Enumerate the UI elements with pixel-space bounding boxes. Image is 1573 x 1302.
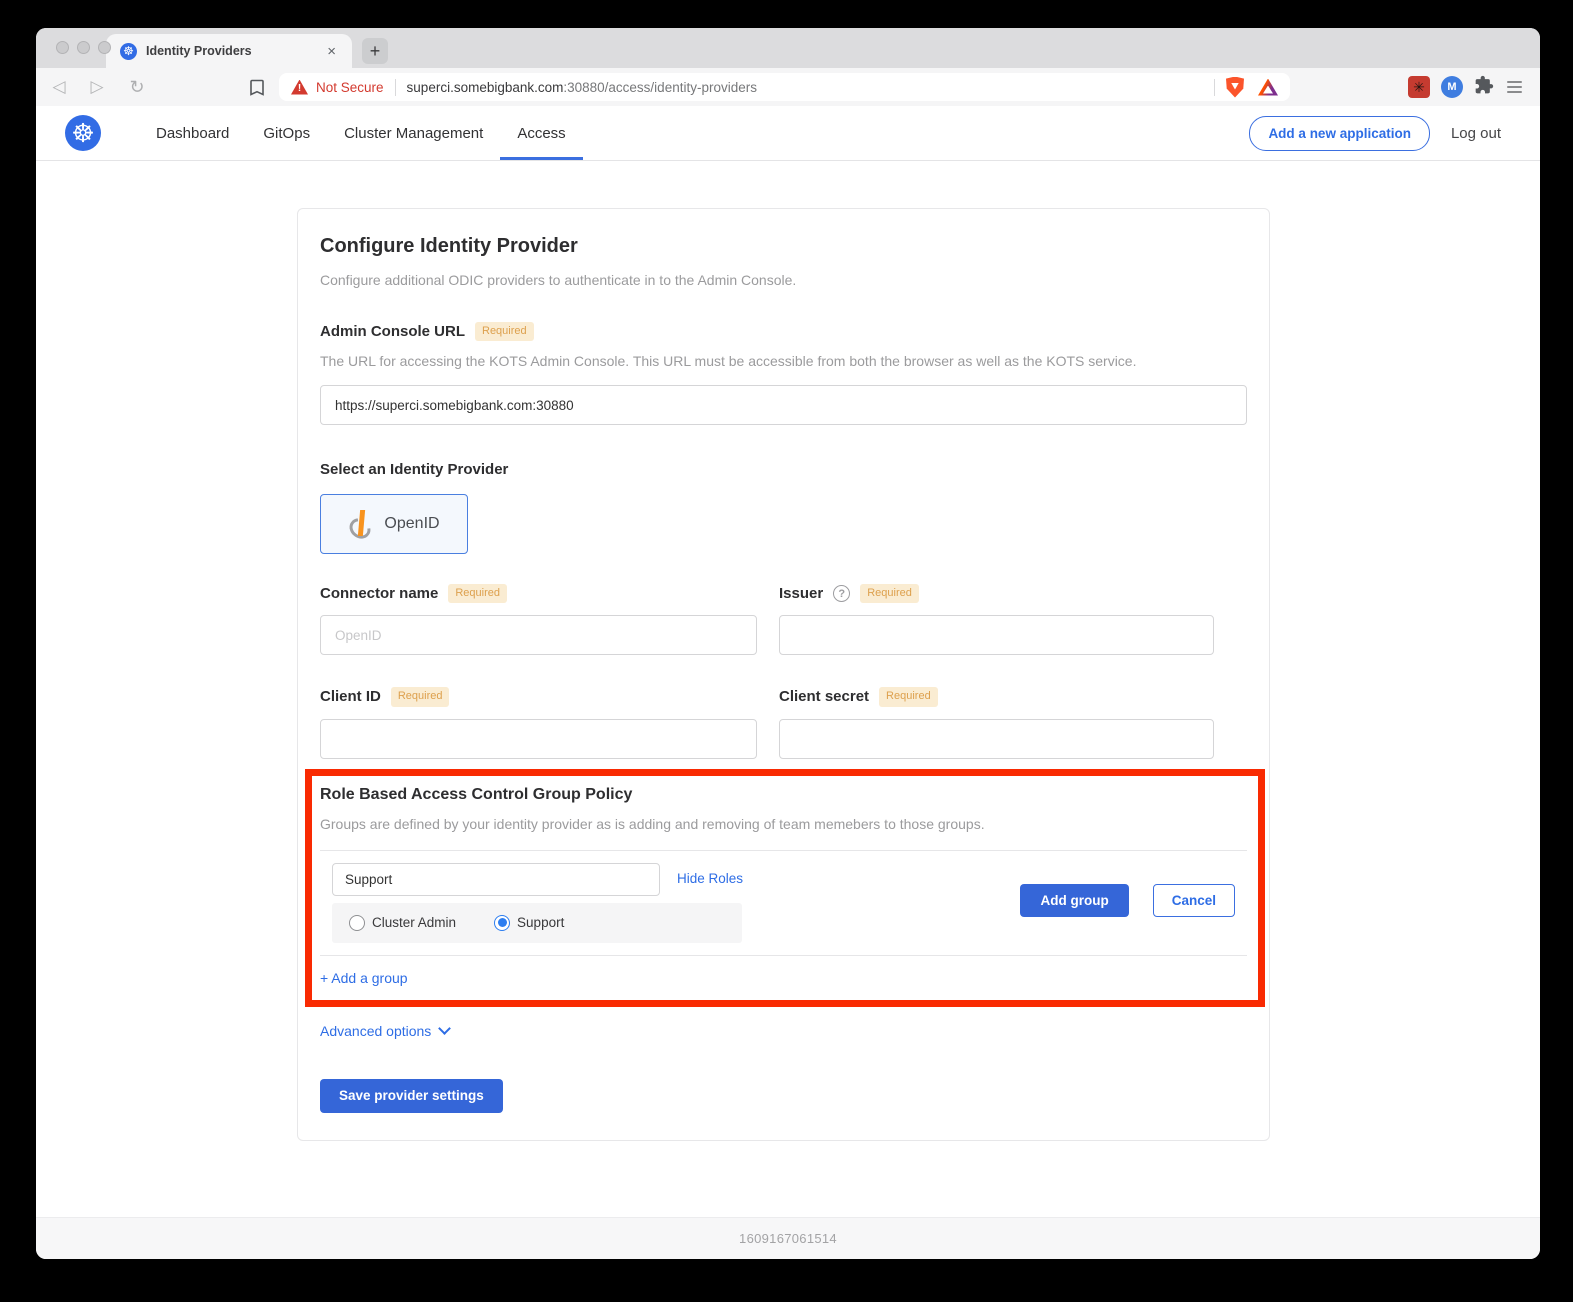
select-identity-provider-label: Select an Identity Provider [320,461,508,478]
reload-icon[interactable]: ↻ [124,68,150,106]
url-separator [1214,79,1215,96]
not-secure-warning-icon: ! [291,80,308,95]
cancel-button[interactable]: Cancel [1153,884,1235,917]
page-footer: 1609167061514 [36,1217,1540,1259]
annotation-highlight-rbac-section: Role Based Access Control Group Policy G… [305,769,1265,1007]
radio-selected-icon[interactable] [494,915,510,931]
save-provider-settings-button[interactable]: Save provider settings [320,1079,503,1113]
client-secret-label: Client secret [779,688,869,705]
required-badge: Required [860,584,919,603]
app-nav: ☸ Dashboard GitOps Cluster Management Ac… [36,106,1540,161]
bat-rewards-icon[interactable] [1258,79,1278,96]
browser-toolbar: ◁ ▷ ↻ ! Not Secure superci.somebigbank.c… [36,68,1540,106]
client-id-label: Client ID [320,688,381,705]
nav-item-cluster-management[interactable]: Cluster Management [327,106,500,160]
browser-window: ☸ Identity Providers × + ◁ ▷ ↻ ! Not Sec… [36,28,1540,1259]
tab-title: Identity Providers [146,44,314,58]
connector-name-label: Connector name [320,585,438,602]
openid-logo-icon [348,510,374,539]
admin-console-url-input[interactable] [320,385,1247,425]
back-icon[interactable]: ◁ [46,68,72,106]
add-a-group-link[interactable]: + Add a group [320,956,1247,998]
address-bar[interactable]: ! Not Secure superci.somebigbank.com :30… [279,73,1290,101]
admin-console-url-help: The URL for accessing the KOTS Admin Con… [320,353,1247,369]
kubernetes-logo-icon: ☸ [65,115,101,151]
add-group-button[interactable]: Add group [1020,884,1128,917]
required-badge: Required [391,687,450,706]
kubernetes-favicon-icon: ☸ [120,43,137,60]
add-new-application-button[interactable]: Add a new application [1249,116,1430,151]
issuer-help-icon[interactable]: ? [833,585,850,602]
minimize-window-button[interactable] [77,41,90,54]
close-window-button[interactable] [56,41,69,54]
url-separator [395,79,396,96]
openid-option-label: OpenID [384,515,439,533]
forward-icon[interactable]: ▷ [84,68,110,106]
nav-item-access[interactable]: Access [500,106,582,160]
tab-close-icon[interactable]: × [323,42,340,61]
connector-name-input[interactable] [320,615,757,655]
openid-provider-option[interactable]: OpenID [320,494,468,554]
role-radio-cluster-admin[interactable]: Cluster Admin [349,915,456,931]
chevron-down-icon [438,1022,451,1035]
page-title: Configure Identity Provider [320,235,1247,258]
nav-item-dashboard[interactable]: Dashboard [139,106,246,160]
red-extension-icon[interactable]: ✳ [1408,76,1430,98]
page-subtitle: Configure additional ODIC providers to a… [320,272,1247,288]
issuer-input[interactable] [779,615,1214,655]
footer-timestamp: 1609167061514 [739,1231,837,1246]
page-content: Configure Identity Provider Configure ad… [36,161,1540,1217]
issuer-label: Issuer [779,585,823,602]
role-options-panel: Cluster Admin Support [332,903,742,943]
role-radio-support[interactable]: Support [494,915,564,931]
not-secure-label: Not Secure [316,80,384,95]
rbac-section-description: Groups are defined by your identity prov… [320,816,1247,832]
browser-menu-icon[interactable] [1505,77,1524,97]
rbac-section-title: Role Based Access Control Group Policy [320,786,1247,804]
group-name-input[interactable] [332,863,660,896]
browser-tab[interactable]: ☸ Identity Providers × [106,34,352,68]
role-label: Cluster Admin [372,915,456,930]
zoom-window-button[interactable] [98,41,111,54]
admin-console-url-label: Admin Console URL [320,323,465,340]
profile-avatar[interactable]: M [1441,76,1463,98]
required-badge: Required [879,687,938,706]
advanced-options-toggle[interactable]: Advanced options [320,1023,1247,1039]
required-badge: Required [448,584,507,603]
new-tab-button[interactable]: + [362,38,388,64]
brave-shield-icon[interactable] [1226,77,1244,98]
identity-provider-card: Configure Identity Provider Configure ad… [297,208,1270,1141]
client-id-input[interactable] [320,719,757,759]
window-controls [56,41,111,54]
tab-bar: ☸ Identity Providers × + [36,28,1540,68]
role-label: Support [517,915,564,930]
bookmark-icon[interactable] [244,68,270,106]
advanced-options-label: Advanced options [320,1023,431,1039]
hide-roles-link[interactable]: Hide Roles [677,871,743,886]
nav-item-gitops[interactable]: GitOps [246,106,327,160]
client-secret-input[interactable] [779,719,1214,759]
required-badge: Required [475,322,534,341]
extensions-puzzle-icon[interactable] [1474,75,1494,100]
logout-link[interactable]: Log out [1451,125,1501,142]
url-path: :30880/access/identity-providers [563,80,757,95]
radio-unselected-icon[interactable] [349,915,365,931]
url-host: superci.somebigbank.com [407,80,564,95]
